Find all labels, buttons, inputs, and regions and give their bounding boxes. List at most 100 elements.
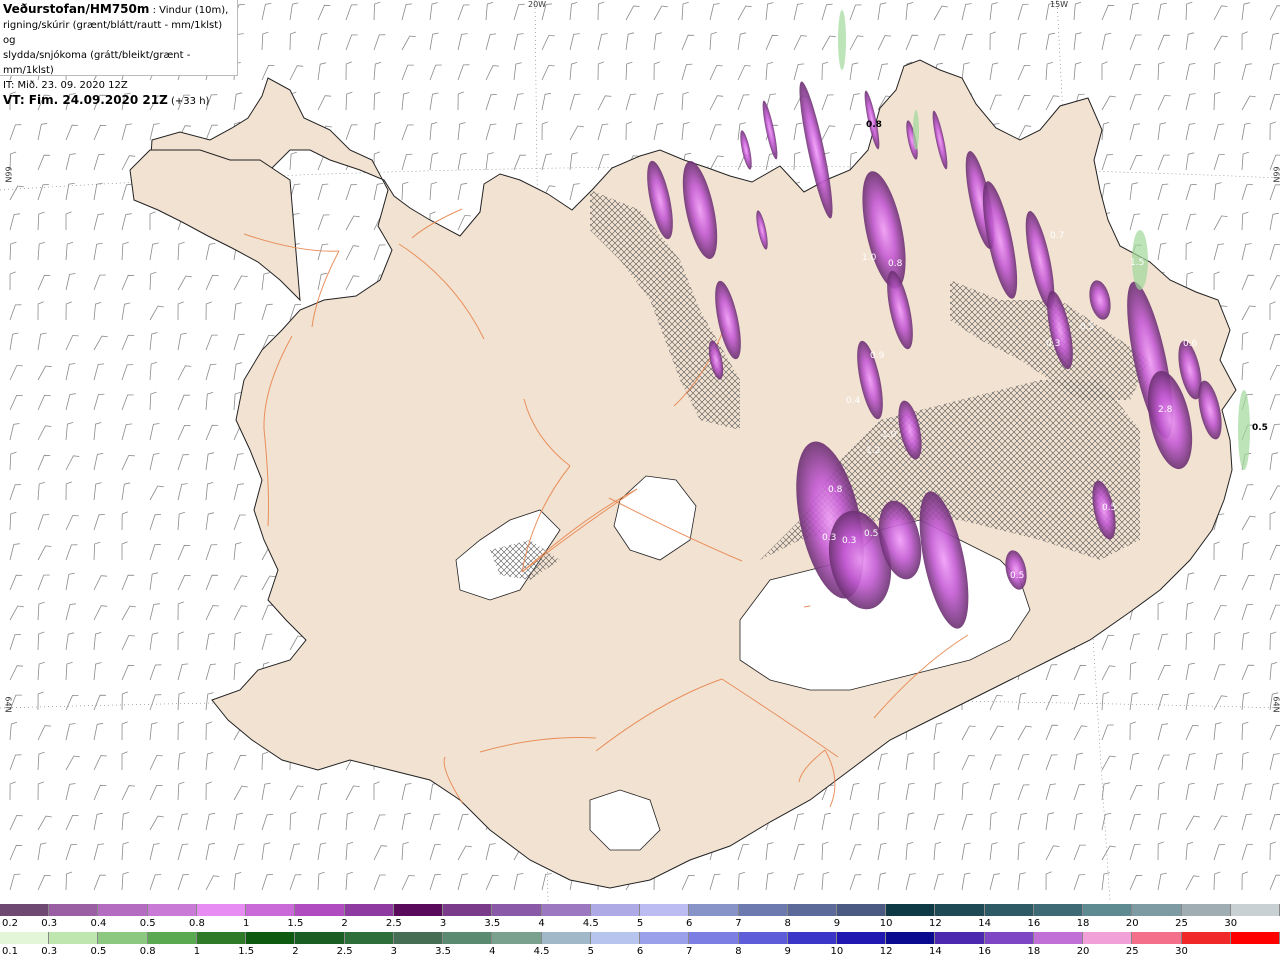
legend-label: 6 [636,946,644,957]
legend-swatch [443,932,493,944]
legend-label: 12 [879,946,893,957]
lat-label-left-64n: 64N [3,696,13,713]
legend-swatch [1033,904,1084,916]
precip-value-label: 0.5 [1102,503,1116,513]
precip-value-label: 0.3 [1046,339,1060,349]
legend-label: 14 [978,918,991,929]
description-line-2: rigning/skúrir (grænt/blátt/rautt - mm/1… [3,20,223,46]
legend-label: 7 [686,946,693,957]
legend-swatch [196,932,247,944]
legend-label: 25 [1175,918,1188,929]
legend-label: 20 [1125,918,1139,929]
legend-label: 4 [489,946,496,957]
legend-label: 18 [1027,946,1041,957]
legend-swatch [98,904,148,916]
legend-swatch [344,932,394,944]
legend-swatch [787,932,837,944]
legend-swatch [935,904,985,916]
precip-value-label: 0.8 [866,120,882,130]
weather-map: 0.8 0.5 1.5 2.8 1.0 0.8 1.2 0.8 0.5 0.3 0.3 0.9 0.4 1… [0,0,1280,902]
lon-label-20w: 20W [528,0,547,9]
legend-swatch [295,904,345,916]
legend-swatch [640,932,690,944]
legend-swatch [393,932,444,944]
legend-swatch [147,932,197,944]
legend-label: 25 [1125,946,1139,957]
legend-swatch [836,904,887,916]
legend-swatch [1181,932,1231,944]
precip-value-label: 1.0 [882,430,897,440]
legend-swatch [541,932,591,944]
legend-swatch [0,904,50,916]
legend-label: 12 [929,918,942,929]
legend-label: 8 [735,946,742,957]
legend-swatch [147,904,197,916]
legend-swatch [886,904,936,916]
legend-label: 0.8 [139,946,156,957]
legend-label: 8 [784,918,791,929]
legend-label: 4 [538,918,545,929]
lat-label-right-66n: 66N [1271,166,1280,183]
precip-value-label: 1.2 [866,446,880,456]
legend-swatch [1230,904,1280,916]
legend-swatch [344,904,394,916]
precip-value-label: 1.0 [862,253,877,263]
valid-time: VT: Fim. 24.09.2020 21Z (+33 h) [3,93,234,109]
legend-label: 2.5 [336,946,353,957]
legend-label: 4.5 [533,946,550,957]
legend-label: 30 [1175,946,1188,957]
legend-label: 1.5 [287,918,304,929]
precip-value-label: 0.5 [1010,571,1024,581]
legend-label: 2.5 [385,918,402,929]
legend-swatch [836,932,887,944]
legend-label: 10 [879,918,893,929]
legend-swatch [1083,932,1133,944]
precip-value-label: 1.5 [1130,258,1144,268]
legend-label: 2 [292,946,299,957]
legend-swatch [0,932,50,944]
legend-swatch [1033,932,1084,944]
legend-label: 3 [439,918,447,929]
legend-label: 0.3 [41,918,58,929]
legend-swatch [1230,932,1280,944]
legend-label: 10 [830,946,844,957]
legend-label: 20 [1076,946,1090,957]
legend-swatch [295,932,345,944]
legend-swatch [492,932,542,944]
legend-swatch [1083,904,1133,916]
legend-swatch [590,904,641,916]
title-description: : Vindur (10m), [149,5,229,16]
legend-swatch [98,932,148,944]
initial-time: IT: Mið. 23. 09. 2020 12Z [3,80,128,91]
legend-swatch [984,904,1034,916]
legend-swatch [1132,932,1182,944]
legend-swatch [787,904,837,916]
legend-label: 16 [1027,918,1041,929]
rain-legend-labels: 0.1 0.3 0.5 0.8 1 1.5 2 2.5 3 3.5 4 4.5 5 6 7 8 9 10 12 14 1… [0,946,1280,958]
precip-value-label: 0.7 [1050,231,1064,241]
valid-time-offset: (+33 h) [167,96,210,107]
precip-value-label: 0.5 [864,529,878,539]
snow-legend-labels: 0.2 0.3 0.4 0.5 0.8 1 1.5 2 2.5 3 3.5 4 4.5 5 6 7 8 9 10 12… [0,918,1280,930]
legend-swatch [738,932,788,944]
snow-legend: 0.2 0.3 0.4 0.5 0.8 1 1.5 2 2.5 3 3.5 4 4.5 5 6 7 8 9 10 12… [0,904,1280,932]
legend-label: 3 [390,946,398,957]
legend-swatch [541,904,591,916]
legend-swatch [393,904,444,916]
precip-value-label: 0.3 [842,536,856,546]
rain-legend-swatches [0,932,1280,944]
legend-swatch [590,932,641,944]
valid-time-bold: VT: Fim. 24.09.2020 21Z [3,93,168,107]
legend-label: 6 [686,918,693,929]
precip-value-label: 0.9 [870,351,885,361]
legend-swatch [246,904,296,916]
legend-label: 14 [929,946,942,957]
legend-label: 3.5 [435,946,452,957]
legend-swatch [738,904,788,916]
legend-swatch [689,932,739,944]
precip-value-label: 0.3 [822,533,836,543]
legend-swatch [246,932,296,944]
legend-label: 3.5 [484,918,501,929]
precip-value-label: 0.8 [888,259,903,269]
legend-swatch [492,904,542,916]
